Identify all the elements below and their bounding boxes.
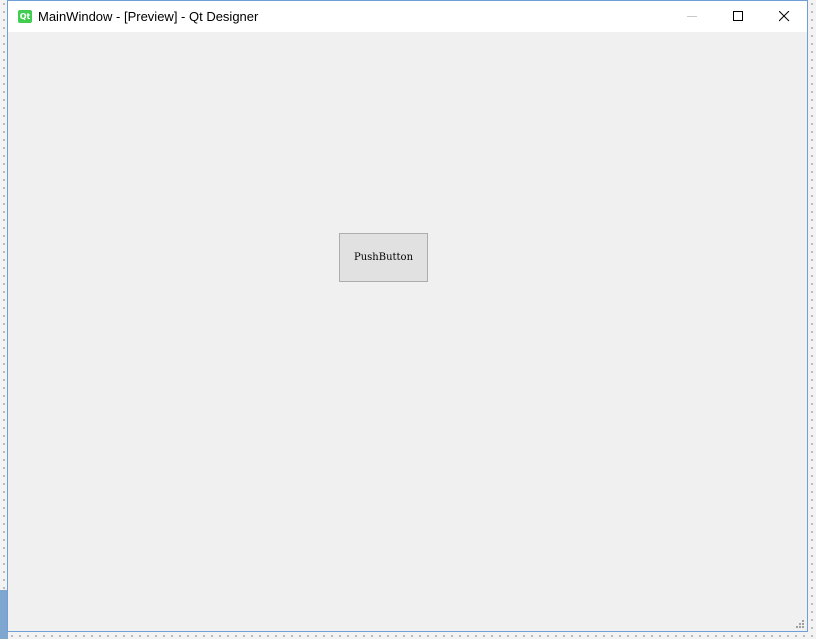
- maximize-button[interactable]: [715, 1, 761, 32]
- window-title: MainWindow - [Preview] - Qt Designer: [38, 9, 259, 24]
- main-window: Qt MainWindow - [Preview] - Qt Designer …: [7, 0, 808, 632]
- minimize-button[interactable]: [669, 1, 715, 32]
- maximize-icon: [733, 11, 743, 21]
- central-widget: PushButton: [8, 32, 807, 631]
- title-bar[interactable]: Qt MainWindow - [Preview] - Qt Designer: [8, 1, 807, 32]
- size-grip-icon[interactable]: [795, 619, 805, 629]
- close-button[interactable]: [761, 1, 807, 32]
- qt-app-icon: Qt: [18, 10, 32, 23]
- minimize-icon: [687, 16, 697, 17]
- push-button[interactable]: PushButton: [339, 233, 428, 282]
- close-icon: [779, 11, 790, 22]
